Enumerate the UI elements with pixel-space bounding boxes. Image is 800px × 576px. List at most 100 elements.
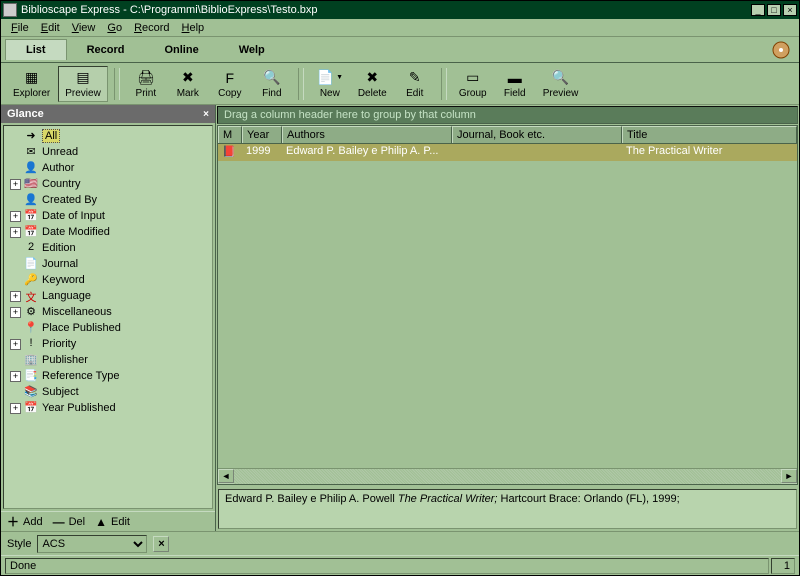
tree-item-language[interactable]: +文Language: [6, 288, 210, 304]
tree-label: Created By: [42, 194, 97, 206]
menu-help[interactable]: Help: [176, 20, 211, 36]
col-authors[interactable]: Authors: [282, 126, 452, 143]
menu-edit[interactable]: Edit: [35, 20, 66, 36]
scroll-right-icon[interactable]: ►: [781, 469, 797, 483]
window-title: Biblioscape Express - C:\Programmi\Bibli…: [21, 4, 751, 16]
toolbar-edit[interactable]: ✎Edit: [395, 67, 435, 101]
close-button[interactable]: ×: [783, 4, 797, 16]
tree-item-year-published[interactable]: +📅Year Published: [6, 400, 210, 416]
menu-record[interactable]: Record: [128, 20, 175, 36]
tree-item-date-of-input[interactable]: +📅Date of Input: [6, 208, 210, 224]
expand-icon[interactable]: +: [10, 307, 21, 318]
expand-icon[interactable]: +: [10, 291, 21, 302]
horizontal-scrollbar[interactable]: ◄ ►: [218, 468, 797, 484]
tree-item-reference-type[interactable]: +📑Reference Type: [6, 368, 210, 384]
citation-authors: Edward P. Bailey e Philip A. Powell: [225, 493, 398, 505]
expand-icon[interactable]: +: [10, 339, 21, 350]
col-m[interactable]: M: [218, 126, 242, 143]
menu-file[interactable]: File: [5, 20, 35, 36]
tree-item-miscellaneous[interactable]: +⚙Miscellaneous: [6, 304, 210, 320]
group-hint[interactable]: Drag a column header here to group by th…: [217, 106, 798, 124]
tree-item-publisher[interactable]: 🏢Publisher: [6, 352, 210, 368]
side-panel: Glance × ➜All✉Unread👤Author+🇺🇸Country👤Cr…: [1, 105, 216, 531]
cd-icon[interactable]: [771, 40, 791, 60]
tree-label: Subject: [42, 386, 79, 398]
tree-icon: 📄: [23, 257, 39, 271]
toolbar-delete[interactable]: ✖Delete: [352, 67, 393, 101]
tree-label: Edition: [42, 242, 76, 254]
toolbar: ▦Explorer ▤Preview 🖨Print ✖Mark FCopy 🔍F…: [1, 63, 799, 105]
glance-edit-button[interactable]: ▲Edit: [95, 515, 130, 529]
style-label: Style: [7, 538, 31, 550]
tree-item-unread[interactable]: ✉Unread: [6, 144, 210, 160]
toolbar-new[interactable]: 📄▼New: [310, 67, 350, 101]
tree-icon: 🏢: [23, 353, 39, 367]
toolbar-mark[interactable]: ✖Mark: [168, 67, 208, 101]
scroll-left-icon[interactable]: ◄: [218, 469, 234, 483]
glance-buttons: ＋Add —Del ▲Edit: [1, 511, 215, 531]
col-year[interactable]: Year: [242, 126, 282, 143]
toolbar-field[interactable]: ▬Field: [495, 67, 535, 101]
tree-item-place-published[interactable]: 📍Place Published: [6, 320, 210, 336]
tree-item-keyword[interactable]: 🔑Keyword: [6, 272, 210, 288]
citation-preview: Edward P. Bailey e Philip A. Powell The …: [218, 489, 797, 529]
cell-title: The Practical Writer: [622, 144, 797, 161]
tab-list[interactable]: List: [5, 39, 67, 60]
menu-go[interactable]: Go: [101, 20, 128, 36]
maximize-button[interactable]: □: [767, 4, 781, 16]
glance-add-button[interactable]: ＋Add: [7, 513, 43, 530]
tree-icon: 📚: [23, 385, 39, 399]
app-icon: [3, 3, 17, 17]
col-journal[interactable]: Journal, Book etc.: [452, 126, 622, 143]
expand-icon[interactable]: +: [10, 179, 21, 190]
field-icon: ▬: [506, 69, 524, 87]
tree-label: Language: [42, 290, 91, 302]
statusbar: Done 1: [1, 555, 799, 575]
toolbar-explorer[interactable]: ▦Explorer: [7, 67, 56, 101]
col-title[interactable]: Title: [622, 126, 797, 143]
toolbar-group[interactable]: ▭Group: [453, 67, 493, 101]
tree-item-author[interactable]: 👤Author: [6, 160, 210, 176]
toolbar-preview[interactable]: ▤Preview: [58, 66, 108, 102]
citation-title: The Practical Writer;: [398, 493, 498, 505]
tab-welp[interactable]: Welp: [219, 40, 285, 60]
menu-view[interactable]: View: [66, 20, 102, 36]
expand-icon[interactable]: +: [10, 371, 21, 382]
status-text: Done: [5, 558, 769, 574]
tree-item-priority[interactable]: +!Priority: [6, 336, 210, 352]
cell-authors: Edward P. Bailey e Philip A. P...: [282, 144, 452, 161]
tree-label: Date of Input: [42, 210, 105, 222]
tree-item-country[interactable]: +🇺🇸Country: [6, 176, 210, 192]
toolbar-print[interactable]: 🖨Print: [126, 67, 166, 101]
tree-icon: 📍: [23, 321, 39, 335]
tree-item-edition[interactable]: 2Edition: [6, 240, 210, 256]
toolbar-preview2[interactable]: 🔍Preview: [537, 67, 585, 101]
glance-tree: ➜All✉Unread👤Author+🇺🇸Country👤Created By+…: [3, 125, 213, 509]
tree-item-all[interactable]: ➜All: [6, 128, 210, 144]
tree-icon: !: [23, 337, 39, 351]
expand-icon[interactable]: +: [10, 227, 21, 238]
tree-item-subject[interactable]: 📚Subject: [6, 384, 210, 400]
style-select[interactable]: ACS: [37, 535, 147, 553]
glance-del-button[interactable]: —Del: [53, 515, 86, 529]
tree-label: Date Modified: [42, 226, 110, 238]
tree-item-date-modified[interactable]: +📅Date Modified: [6, 224, 210, 240]
toolbar-find[interactable]: 🔍Find: [252, 67, 292, 101]
tree-item-journal[interactable]: 📄Journal: [6, 256, 210, 272]
tree-item-created-by[interactable]: 👤Created By: [6, 192, 210, 208]
toolbar-copy[interactable]: FCopy: [210, 67, 250, 101]
edit-icon: ✎: [406, 69, 424, 87]
minimize-button[interactable]: _: [751, 4, 765, 16]
tree-label: Journal: [42, 258, 78, 270]
tab-online[interactable]: Online: [144, 40, 218, 60]
expand-icon[interactable]: +: [10, 211, 21, 222]
table-row[interactable]: 📕1999Edward P. Bailey e Philip A. P...Th…: [218, 144, 797, 161]
expand-icon[interactable]: +: [10, 403, 21, 414]
tree-label: Priority: [42, 338, 76, 350]
mark-icon: ✖: [179, 69, 197, 87]
tree-icon: 2: [23, 241, 39, 255]
style-clear-button[interactable]: ×: [153, 536, 169, 552]
tab-record[interactable]: Record: [67, 40, 145, 60]
tree-icon: 文: [23, 289, 39, 303]
glance-close-icon[interactable]: ×: [203, 109, 209, 120]
